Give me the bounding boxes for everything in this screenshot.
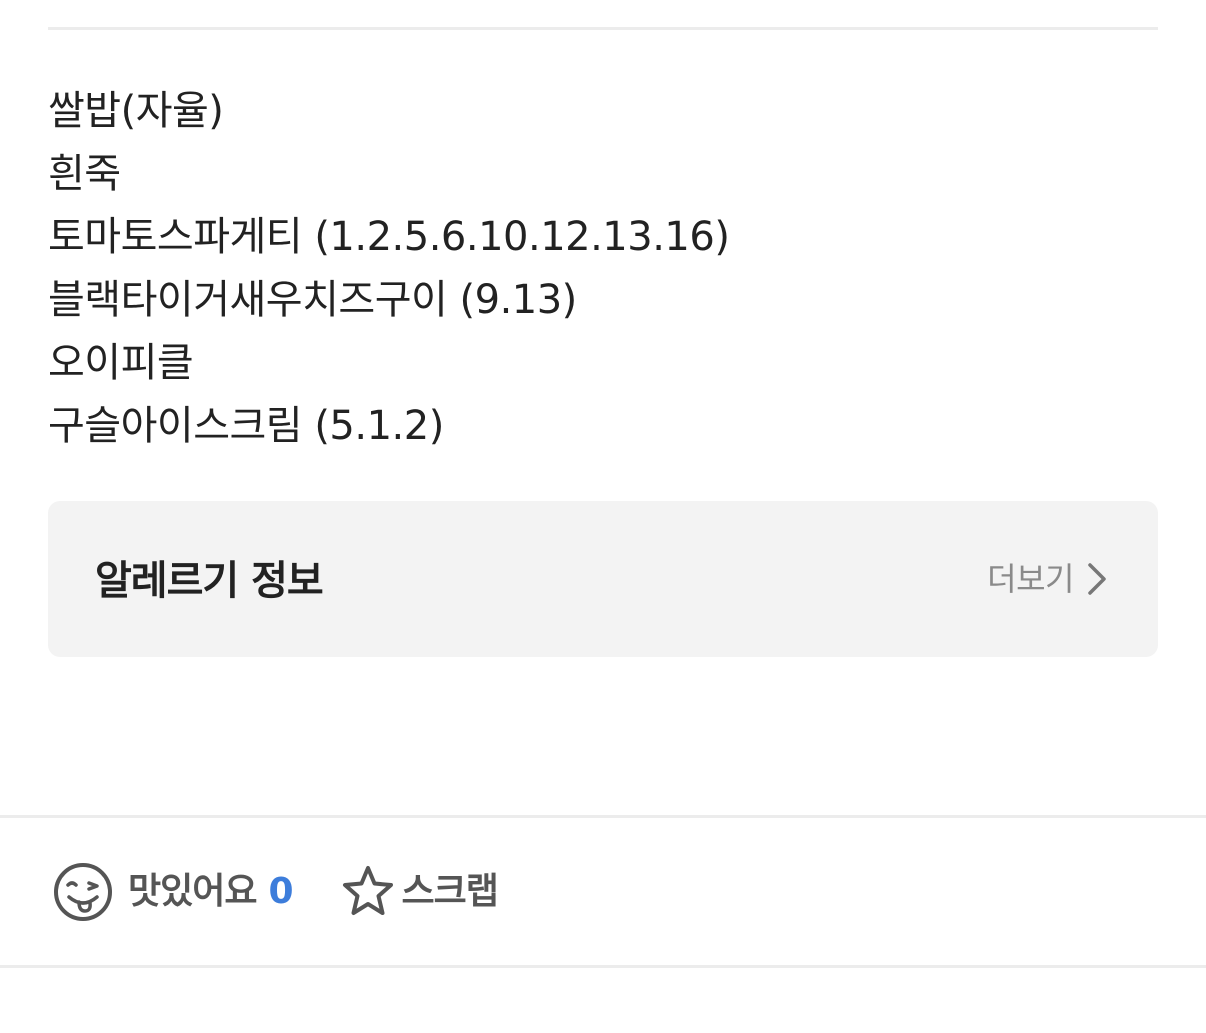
allergy-info-title: 알레르기 정보	[95, 558, 324, 604]
allergy-more-button[interactable]: 더보기	[987, 557, 1110, 601]
menu-list: 쌀밥(자율) 흰죽 토마토스파게티 (1.2.5.6.10.12.13.16) …	[48, 80, 730, 458]
menu-item: 토마토스파게티 (1.2.5.6.10.12.13.16)	[48, 214, 730, 260]
menu-item: 구슬아이스크림 (5.1.2)	[48, 403, 444, 449]
action-bar: 맛있어요 0 스크랩	[52, 860, 499, 924]
action-bar-bottom-divider	[0, 965, 1206, 968]
like-label: 맛있어요	[128, 871, 257, 912]
yummy-face-icon	[52, 861, 114, 923]
menu-item: 오이피클	[48, 340, 194, 386]
action-bar-top-divider	[0, 815, 1206, 818]
like-button[interactable]: 맛있어요 0	[52, 861, 294, 923]
menu-item: 흰죽	[48, 151, 121, 197]
allergy-info-card: 알레르기 정보 더보기	[48, 501, 1158, 657]
menu-item: 쌀밥(자율)	[48, 88, 224, 134]
menu-item: 블랙타이거새우치즈구이 (9.13)	[48, 277, 577, 323]
scrap-button[interactable]: 스크랩	[340, 864, 499, 920]
star-outline-icon	[340, 864, 396, 920]
top-divider	[48, 27, 1158, 30]
more-label: 더보기	[987, 560, 1074, 598]
chevron-right-icon	[1084, 559, 1110, 599]
like-count: 0	[268, 871, 294, 912]
scrap-label: 스크랩	[401, 871, 499, 912]
